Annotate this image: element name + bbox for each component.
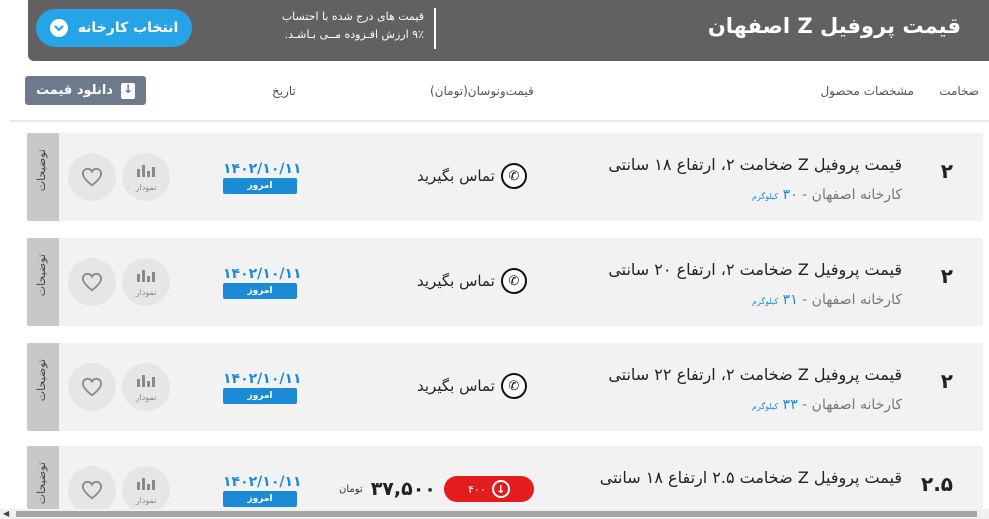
- scrollbar-thumb[interactable]: [16, 511, 977, 517]
- chart-label: نمودار: [135, 288, 157, 297]
- weight-value: ۳۰: [782, 187, 798, 203]
- today-badge: امروز: [223, 283, 297, 299]
- description-tab[interactable]: توضیحات: [27, 133, 59, 221]
- table-row: توضیحات نمودار ۱۴۰۲/۱۰/۱۱ امروز ↓ ۴۰۰ ۳۷…: [27, 446, 983, 509]
- table-row: توضیحات نمودار ۱۴۰۲/۱۰/۱۱ امروز ✆ تماس ب…: [27, 133, 983, 221]
- price-chart-button[interactable]: نمودار: [122, 363, 170, 411]
- chart-label: نمودار: [135, 496, 157, 505]
- currency-label: تومان: [339, 483, 363, 495]
- page-header: قیمت پروفیل Z اصفهان قیمت های درج شده با…: [28, 0, 989, 61]
- bar-chart-icon: [137, 476, 155, 490]
- product-meta: کارخانه اصفهان - ۳۳ کیلوگرم: [752, 397, 902, 413]
- bar-chart-icon: [137, 268, 155, 282]
- factory-name: کارخانه اصفهان -: [797, 187, 902, 203]
- horizontal-scrollbar[interactable]: ◀: [0, 509, 989, 519]
- product-name[interactable]: قیمت پروفیل Z ضخامت ۲، ارتفاع ۲۲ سانتی: [608, 365, 902, 384]
- factory-name: کارخانه اصفهان -: [797, 292, 902, 308]
- page-title: قیمت پروفیل Z اصفهان: [707, 14, 961, 38]
- call-for-price[interactable]: ✆ تماس بگیرید: [417, 163, 527, 189]
- price-value: ۳۷,۵۰۰: [370, 478, 436, 500]
- heart-icon: [81, 167, 103, 187]
- heart-icon: [81, 480, 103, 500]
- description-tab[interactable]: توضیحات: [27, 343, 59, 431]
- call-label: تماس بگیرید: [417, 377, 495, 395]
- price-date: ۱۴۰۲/۱۰/۱۱ امروز: [223, 371, 302, 404]
- description-tab-label: توضیحات: [35, 254, 48, 297]
- column-date: تاریخ: [272, 84, 296, 98]
- product-meta: کارخانه اصفهان - ۳۱ کیلوگرم: [752, 292, 902, 308]
- price-date: ۱۴۰۲/۱۰/۱۱ امروز: [223, 161, 302, 194]
- price-date: ۱۴۰۲/۱۰/۱۱ امروز: [223, 474, 302, 507]
- table-row: توضیحات نمودار ۱۴۰۲/۱۰/۱۱ امروز ✆ تماس ب…: [27, 238, 983, 326]
- phone-icon: ✆: [500, 373, 527, 399]
- select-factory-label: انتخاب کارخانه: [77, 20, 179, 36]
- price-chart-button[interactable]: نمودار: [122, 258, 170, 306]
- today-badge: امروز: [223, 491, 297, 507]
- header-divider: [10, 120, 989, 122]
- thickness-value: ۲.۵: [920, 472, 953, 496]
- column-thickness: ضخامت: [939, 84, 979, 98]
- weight-unit: کیلوگرم: [752, 297, 779, 306]
- column-specs: مشخصات محصول: [820, 84, 914, 98]
- table-header: ضخامت مشخصات محصول قیمت‌ونوسان(تومان) تا…: [0, 82, 989, 106]
- column-price: قیمت‌ونوسان(تومان): [430, 84, 534, 98]
- description-tab-label: توضیحات: [35, 149, 48, 192]
- bar-chart-icon: [137, 373, 155, 387]
- price-change-value: ۴۰۰: [468, 482, 486, 496]
- favorite-button[interactable]: [68, 466, 116, 509]
- scroll-left-icon[interactable]: ◀: [3, 509, 9, 518]
- price-chart-button[interactable]: نمودار: [122, 466, 170, 509]
- heart-icon: [81, 377, 103, 397]
- weight-value: ۳۳: [782, 397, 798, 413]
- phone-icon: ✆: [500, 163, 527, 189]
- product-meta: کارخانه اصفهان - ۳۰ کیلوگرم: [752, 187, 902, 203]
- download-price-label: دانلود قیمت: [36, 83, 113, 98]
- factory-name: کارخانه اصفهان -: [797, 397, 902, 413]
- date-value: ۱۴۰۲/۱۰/۱۱: [223, 266, 302, 282]
- select-factory-button[interactable]: انتخاب کارخانه: [36, 9, 192, 47]
- price-cell: ↓ ۴۰۰ ۳۷,۵۰۰ تومان: [339, 476, 534, 502]
- vat-note-line-1: قیمت های درج شده با احتساب: [281, 10, 424, 23]
- vat-note-line-2: ۹٪ ارزش افـزوده مــی بـاشـد.: [284, 28, 424, 41]
- product-name[interactable]: قیمت پروفیل Z ضخامت ۲.۵ ارتفاع ۱۸ سانتی: [600, 468, 902, 487]
- description-tab[interactable]: توضیحات: [27, 238, 59, 326]
- phone-icon: ✆: [500, 268, 527, 294]
- price-date: ۱۴۰۲/۱۰/۱۱ امروز: [223, 266, 302, 299]
- description-tab-label: توضیحات: [35, 462, 48, 505]
- price-chart-button[interactable]: نمودار: [122, 153, 170, 201]
- date-value: ۱۴۰۲/۱۰/۱۱: [223, 474, 302, 490]
- favorite-button[interactable]: [68, 258, 116, 306]
- description-tab-label: توضیحات: [35, 359, 48, 402]
- date-value: ۱۴۰۲/۱۰/۱۱: [223, 161, 302, 177]
- vat-note: قیمت های درج شده با احتساب ۹٪ ارزش افـزو…: [218, 8, 436, 49]
- product-name[interactable]: قیمت پروفیل Z ضخامت ۲، ارتفاع ۲۰ سانتی: [608, 260, 902, 279]
- arrow-down-circle-icon: ↓: [491, 480, 510, 498]
- call-label: تماس بگیرید: [417, 167, 495, 185]
- call-for-price[interactable]: ✆ تماس بگیرید: [417, 373, 527, 399]
- weight-unit: کیلوگرم: [752, 192, 779, 201]
- thickness-value: ۲: [940, 159, 953, 183]
- product-name[interactable]: قیمت پروفیل Z ضخامت ۲، ارتفاع ۱۸ سانتی: [608, 155, 902, 174]
- description-tab[interactable]: توضیحات: [27, 446, 59, 509]
- thickness-value: ۲: [940, 369, 953, 393]
- download-icon: [120, 82, 135, 99]
- chevron-down-icon: [49, 19, 68, 37]
- favorite-button[interactable]: [68, 153, 116, 201]
- favorite-button[interactable]: [68, 363, 116, 411]
- call-for-price[interactable]: ✆ تماس بگیرید: [417, 268, 527, 294]
- chart-label: نمودار: [135, 393, 157, 402]
- today-badge: امروز: [223, 388, 297, 404]
- thickness-value: ۲: [940, 264, 953, 288]
- chart-label: نمودار: [135, 183, 157, 192]
- bar-chart-icon: [137, 163, 155, 177]
- table-row: توضیحات نمودار ۱۴۰۲/۱۰/۱۱ امروز ✆ تماس ب…: [27, 343, 983, 431]
- weight-value: ۳۱: [782, 292, 798, 308]
- call-label: تماس بگیرید: [417, 272, 495, 290]
- date-value: ۱۴۰۲/۱۰/۱۱: [223, 371, 302, 387]
- download-price-button[interactable]: دانلود قیمت: [25, 76, 146, 105]
- weight-unit: کیلوگرم: [752, 402, 779, 411]
- today-badge: امروز: [223, 178, 297, 194]
- heart-icon: [81, 272, 103, 292]
- price-change-badge: ↓ ۴۰۰: [443, 476, 534, 502]
